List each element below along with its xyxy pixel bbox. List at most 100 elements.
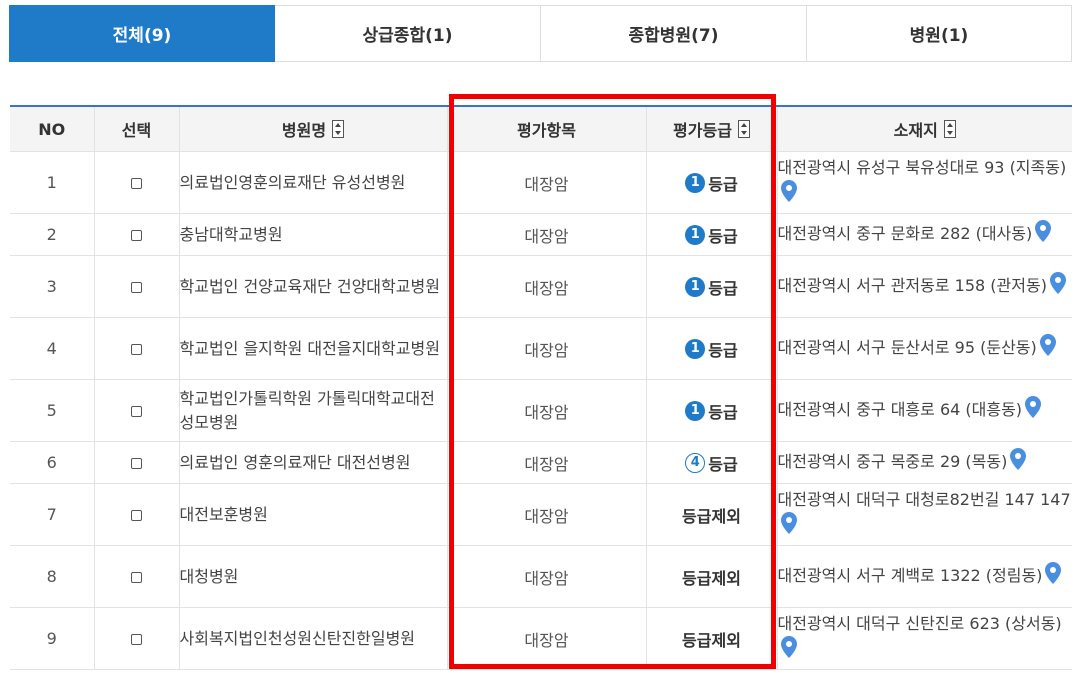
table-header-row: NO 선택 병원명 평가항목 평가등급 소재지 xyxy=(10,105,1072,152)
hospital-name[interactable]: 대청병원 xyxy=(179,545,448,608)
hospital-name[interactable]: 학교법인 을지학원 대전을지대학교병원 xyxy=(179,317,448,380)
row-checkbox[interactable] xyxy=(131,634,142,645)
grade-number-icon: 1 xyxy=(685,172,706,193)
evaluation-item: 대장암 xyxy=(447,441,647,484)
hospital-address: 대전광역시 서구 관저동로 158 (관저동) xyxy=(777,255,1072,318)
row-checkbox[interactable] xyxy=(131,230,142,241)
grade-number-icon: 1 xyxy=(685,338,706,359)
row-checkbox[interactable] xyxy=(131,282,142,293)
sort-icon[interactable] xyxy=(332,120,345,138)
row-checkbox[interactable] xyxy=(131,344,142,355)
grade-badge: 4 등급 xyxy=(685,451,738,475)
grade-label: 등급 xyxy=(708,454,738,474)
hospital-name[interactable]: 대전보훈병원 xyxy=(179,483,448,546)
col-address: 소재지 xyxy=(777,105,1072,152)
map-pin-icon[interactable] xyxy=(780,512,797,541)
row-number: 2 xyxy=(10,213,95,256)
row-checkbox[interactable] xyxy=(131,178,142,189)
table-row: 6 의료법인 영훈의료재단 대전선병원 대장암 4 등급 대전광역시 중구 목중로 29 … xyxy=(10,441,1072,484)
row-checkbox[interactable] xyxy=(131,510,142,521)
evaluation-grade: 등급제외 xyxy=(646,483,778,546)
evaluation-item: 대장암 xyxy=(447,151,647,214)
evaluation-item: 대장암 xyxy=(447,317,647,380)
hospital-name[interactable]: 의료법인영훈의료재단 유성선병원 xyxy=(179,151,448,214)
evaluation-item: 대장암 xyxy=(447,213,647,256)
grade-excluded: 등급제외 xyxy=(682,568,741,588)
hospital-name[interactable]: 학교법인가톨릭학원 가톨릭대학교대전성모병원 xyxy=(179,379,448,442)
map-pin-icon[interactable] xyxy=(780,180,797,209)
hospital-address: 대전광역시 유성구 북유성대로 93 (지족동) xyxy=(777,151,1072,214)
row-select-cell xyxy=(94,483,180,546)
row-select-cell xyxy=(94,151,180,214)
evaluation-grade: 등급제외 xyxy=(646,545,778,608)
row-checkbox[interactable] xyxy=(131,458,142,469)
table-row: 7 대전보훈병원 대장암 등급제외 대전광역시 대덕구 대청로82번길 147 147 xyxy=(10,483,1072,546)
hospital-address: 대전광역시 중구 대흥로 64 (대흥동) xyxy=(777,379,1072,442)
row-select-cell xyxy=(94,317,180,380)
row-number: 5 xyxy=(10,379,95,442)
map-pin-icon[interactable] xyxy=(1039,334,1056,363)
map-pin-icon[interactable] xyxy=(1035,220,1052,249)
row-select-cell xyxy=(94,545,180,608)
tab-general-hospital[interactable]: 종합병원(7) xyxy=(541,5,807,62)
sort-icon[interactable] xyxy=(737,120,750,138)
grade-label: 등급 xyxy=(708,340,738,360)
col-item: 평가항목 xyxy=(447,105,647,152)
hospital-name[interactable]: 학교법인 건양교육재단 건양대학교병원 xyxy=(179,255,448,318)
tab-tertiary-general[interactable]: 상급종합(1) xyxy=(275,5,541,62)
hospital-address: 대전광역시 서구 둔산서로 95 (둔산동) xyxy=(777,317,1072,380)
row-number: 3 xyxy=(10,255,95,318)
map-pin-icon[interactable] xyxy=(1025,396,1042,425)
evaluation-grade: 1 등급 xyxy=(646,213,778,256)
table-row: 9 사회복지법인천성원신탄진한일병원 대장암 등급제외 대전광역시 대덕구 신탄진로 6… xyxy=(10,607,1072,670)
hospital-name[interactable]: 사회복지법인천성원신탄진한일병원 xyxy=(179,607,448,670)
table-row: 3 학교법인 건양교육재단 건양대학교병원 대장암 1 등급 대전광역시 서구 관저동로 … xyxy=(10,255,1072,318)
table-row: 2 충남대학교병원 대장암 1 등급 대전광역시 중구 문화로 282 (대사동) xyxy=(10,213,1072,256)
row-select-cell xyxy=(94,379,180,442)
row-number: 8 xyxy=(10,545,95,608)
col-select: 선택 xyxy=(94,105,180,152)
evaluation-item: 대장암 xyxy=(447,379,647,442)
row-checkbox[interactable] xyxy=(131,406,142,417)
row-number: 7 xyxy=(10,483,95,546)
hospital-name[interactable]: 의료법인 영훈의료재단 대전선병원 xyxy=(179,441,448,484)
map-pin-icon[interactable] xyxy=(1045,562,1062,591)
grade-badge: 1 등급 xyxy=(685,171,738,195)
row-select-cell xyxy=(94,213,180,256)
evaluation-grade: 1 등급 xyxy=(646,255,778,318)
map-pin-icon[interactable] xyxy=(1049,272,1066,301)
evaluation-item: 대장암 xyxy=(447,255,647,318)
hospital-table: NO 선택 병원명 평가항목 평가등급 소재지 1 의료법인영훈의료재단 유성선병… xyxy=(10,105,1072,670)
grade-badge: 1 등급 xyxy=(685,275,738,299)
evaluation-grade: 등급제외 xyxy=(646,607,778,670)
grade-badge: 1 등급 xyxy=(685,223,738,247)
grade-label: 등급 xyxy=(708,174,738,194)
tab-hospital[interactable]: 병원(1) xyxy=(807,5,1072,62)
grade-number-icon: 1 xyxy=(685,276,706,297)
row-select-cell xyxy=(94,607,180,670)
tab-all[interactable]: 전체(9) xyxy=(9,5,275,62)
grade-label: 등급 xyxy=(708,402,738,422)
row-select-cell xyxy=(94,255,180,318)
hospital-address: 대전광역시 서구 계백로 1322 (정림동) xyxy=(777,545,1072,608)
grade-excluded: 등급제외 xyxy=(682,630,741,650)
evaluation-grade: 1 등급 xyxy=(646,317,778,380)
grade-number-icon: 4 xyxy=(685,452,706,473)
hospital-name[interactable]: 충남대학교병원 xyxy=(179,213,448,256)
row-checkbox[interactable] xyxy=(131,572,142,583)
hospital-address: 대전광역시 대덕구 대청로82번길 147 147 xyxy=(777,483,1072,546)
row-number: 4 xyxy=(10,317,95,380)
map-pin-icon[interactable] xyxy=(780,636,797,665)
evaluation-grade: 4 등급 xyxy=(646,441,778,484)
grade-label: 등급 xyxy=(708,278,738,298)
table-row: 5 학교법인가톨릭학원 가톨릭대학교대전성모병원 대장암 1 등급 대전광역시 중구 대흥… xyxy=(10,379,1072,442)
row-number: 9 xyxy=(10,607,95,670)
grade-badge: 1 등급 xyxy=(685,337,738,361)
row-select-cell xyxy=(94,441,180,484)
grade-excluded: 등급제외 xyxy=(682,506,741,526)
grade-number-icon: 1 xyxy=(685,400,706,421)
evaluation-grade: 1 등급 xyxy=(646,151,778,214)
map-pin-icon[interactable] xyxy=(1010,448,1027,477)
evaluation-item: 대장암 xyxy=(447,545,647,608)
sort-icon[interactable] xyxy=(943,120,956,138)
